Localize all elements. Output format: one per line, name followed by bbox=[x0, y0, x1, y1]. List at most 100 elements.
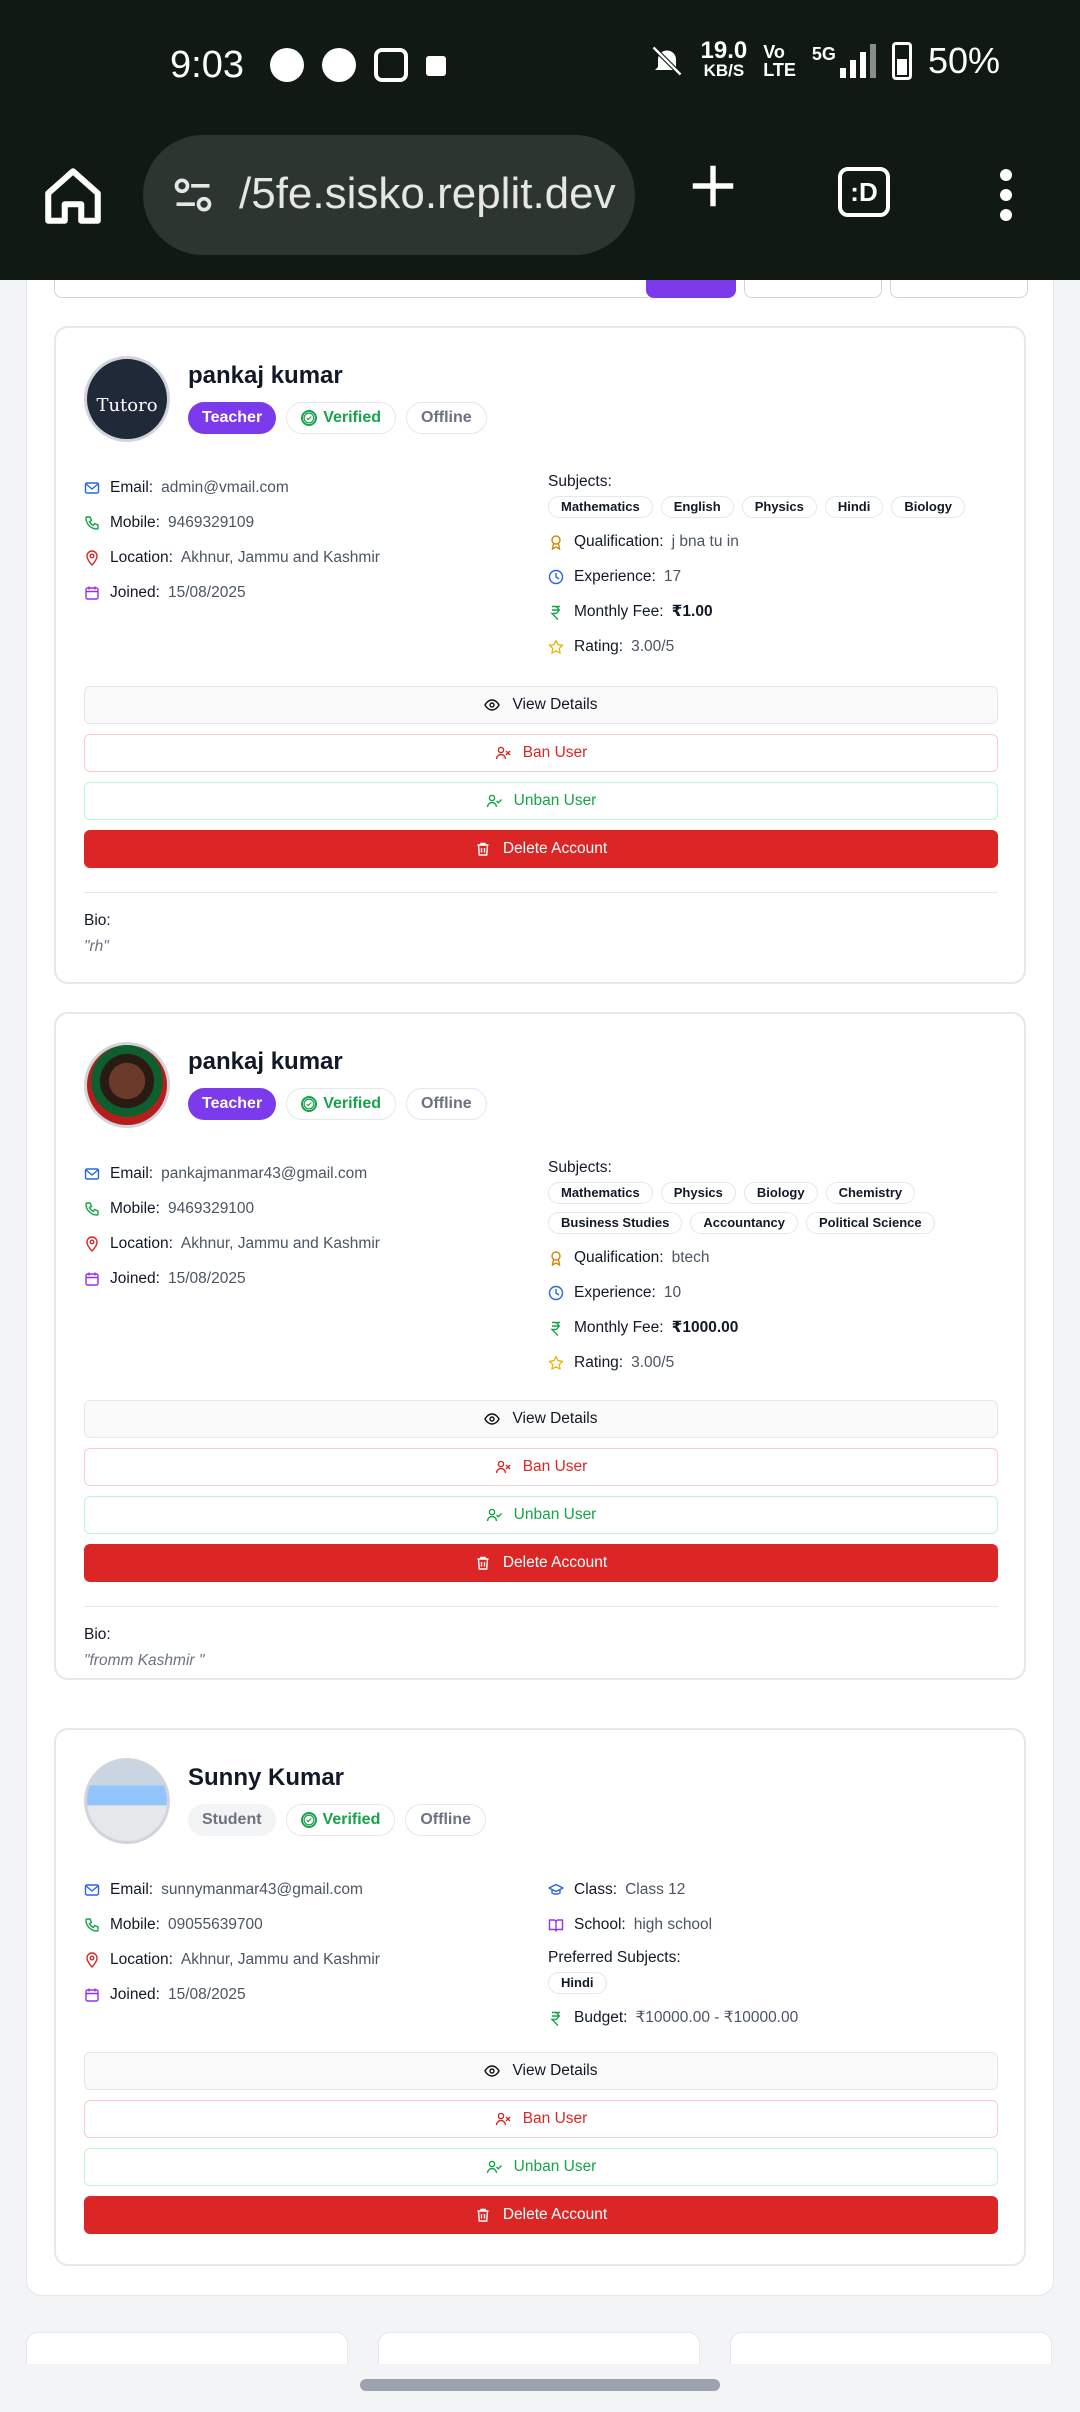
filter-all-button[interactable] bbox=[646, 280, 736, 298]
new-tab-icon[interactable] bbox=[686, 159, 740, 213]
clock-icon bbox=[548, 569, 564, 584]
map-pin-icon bbox=[86, 549, 98, 566]
role-badge: Teacher bbox=[188, 402, 277, 434]
user-check-icon bbox=[486, 2160, 502, 2174]
bio-text: "rh" bbox=[84, 938, 109, 955]
mail-icon bbox=[84, 1167, 100, 1180]
tab-switcher-button[interactable]: :D bbox=[838, 167, 890, 217]
verified-badge: Verified bbox=[286, 402, 396, 434]
experience-row: Experience: 17 bbox=[548, 559, 998, 594]
subject-chip: Mathematics bbox=[548, 496, 653, 518]
class-row: Class: Class 12 bbox=[548, 1872, 998, 1907]
signal-bars-icon bbox=[839, 44, 876, 78]
calendar-icon bbox=[85, 586, 99, 600]
rating-row: Rating: 3.00/5 bbox=[548, 629, 998, 664]
mobile-row: Mobile: 09055639700 bbox=[84, 1907, 524, 1942]
subject-chip: Physics bbox=[660, 1182, 736, 1204]
user-check-icon bbox=[486, 794, 502, 808]
bio-section: Bio: "fromm Kashmir " bbox=[84, 1626, 204, 1670]
contact-info: Email: admin@vmail.com Mobile: 9469329109 … bbox=[84, 470, 524, 610]
school-row: School: high school bbox=[548, 1907, 998, 1942]
check-circle-icon bbox=[301, 1096, 318, 1112]
mail-icon bbox=[84, 1883, 100, 1896]
subjects-label: Subjects: bbox=[548, 473, 612, 490]
qualification-row: Qualification: j bna tu in bbox=[548, 524, 998, 559]
address-bar[interactable]: /5fe.sisko.replit.dev bbox=[143, 135, 635, 255]
teaching-info: Subjects: Mathematics Physics Biology Ch… bbox=[548, 1156, 998, 1380]
subject-chip: Political Science bbox=[806, 1212, 935, 1234]
subjects-list: Mathematics English Physics Hindi Biolog… bbox=[548, 496, 998, 518]
eye-icon bbox=[484, 699, 501, 711]
user-name: Sunny Kumar bbox=[188, 1764, 345, 1791]
ban-user-button[interactable]: Ban User bbox=[84, 734, 998, 772]
bio-text: "fromm Kashmir " bbox=[84, 1652, 205, 1669]
role-badge: Teacher bbox=[188, 1088, 277, 1120]
network-speed: 19.0 KB/S bbox=[700, 37, 748, 81]
view-details-button[interactable]: View Details bbox=[84, 1400, 998, 1438]
preferred-subjects-list: Hindi bbox=[548, 1972, 998, 1994]
presence-badge: Offline bbox=[406, 1088, 487, 1120]
ban-user-button[interactable]: Ban User bbox=[84, 2100, 998, 2138]
battery-percent: 50% bbox=[927, 40, 1000, 81]
view-details-button[interactable]: View Details bbox=[84, 2052, 998, 2090]
delete-account-button[interactable]: Delete Account bbox=[84, 830, 998, 868]
overflow-menu-icon[interactable] bbox=[1000, 169, 1016, 221]
subject-chip: Hindi bbox=[548, 1972, 607, 1994]
subject-chip: Biology bbox=[743, 1182, 818, 1204]
unban-user-button[interactable]: Unban User bbox=[84, 1496, 998, 1534]
email-row: Email: sunnymanmar43@gmail.com bbox=[84, 1872, 524, 1907]
home-icon[interactable] bbox=[40, 163, 106, 229]
unban-user-button[interactable]: Unban User bbox=[84, 782, 998, 820]
calendar-icon bbox=[85, 1272, 99, 1286]
check-circle-icon bbox=[300, 1812, 317, 1828]
filter-teachers-button[interactable] bbox=[890, 280, 1028, 298]
user-check-icon bbox=[486, 1508, 502, 1522]
subjects-list: Mathematics Physics Biology Chemistry Bu… bbox=[548, 1182, 998, 1234]
view-details-button[interactable]: View Details bbox=[84, 686, 998, 724]
subject-chip: Chemistry bbox=[825, 1182, 916, 1204]
status-time: 9:03 bbox=[170, 44, 244, 86]
book-open-icon bbox=[548, 1918, 564, 1932]
user-name: pankaj kumar bbox=[188, 362, 343, 389]
map-pin-icon bbox=[86, 1235, 98, 1252]
phone-icon bbox=[85, 1917, 99, 1932]
ban-user-button[interactable]: Ban User bbox=[84, 1448, 998, 1486]
delete-account-button[interactable]: Delete Account bbox=[84, 1544, 998, 1582]
mobile-row: Mobile: 9469329100 bbox=[84, 1191, 524, 1226]
eye-icon bbox=[484, 2065, 501, 2077]
role-badge: Student bbox=[188, 1804, 276, 1836]
location-row: Location: Akhnur, Jammu and Kashmir bbox=[84, 1226, 524, 1261]
fee-row: Monthly Fee: ₹1.00 bbox=[548, 594, 998, 629]
contact-info: Email: pankajmanmar43@gmail.com Mobile: 94… bbox=[84, 1156, 524, 1296]
experience-row: Experience: 10 bbox=[548, 1275, 998, 1310]
gesture-handle[interactable] bbox=[360, 2379, 720, 2391]
card-actions: View Details Ban User Unban User Delete … bbox=[84, 1400, 998, 1592]
award-icon bbox=[551, 1250, 561, 1266]
filter-students-button[interactable] bbox=[744, 280, 882, 298]
subject-chip: Hindi bbox=[824, 496, 884, 518]
student-info: Class: Class 12 School: high school Prefer… bbox=[548, 1872, 998, 2035]
subject-chip: Biology bbox=[891, 496, 966, 518]
subject-chip: Accountancy bbox=[690, 1212, 799, 1234]
phone-notification-icon bbox=[322, 48, 356, 82]
site-settings-icon[interactable] bbox=[169, 173, 217, 217]
mail-icon bbox=[84, 481, 100, 494]
rupee-icon bbox=[550, 605, 560, 620]
unban-user-button[interactable]: Unban User bbox=[84, 2148, 998, 2186]
card-actions: View Details Ban User Unban User Delete … bbox=[84, 686, 998, 878]
clock-icon bbox=[548, 1285, 564, 1300]
award-icon bbox=[551, 534, 561, 550]
delete-account-button[interactable]: Delete Account bbox=[84, 2196, 998, 2234]
email-row: Email: admin@vmail.com bbox=[84, 470, 524, 505]
avatar bbox=[84, 1758, 170, 1844]
user-x-icon bbox=[495, 2112, 511, 2126]
search-input[interactable] bbox=[54, 280, 656, 298]
joined-row: Joined: 15/08/2025 bbox=[84, 1977, 524, 2012]
trash-icon bbox=[477, 2208, 489, 2222]
system-indicators: 19.0 KB/S Vo LTE 5G 50% bbox=[649, 37, 1000, 82]
email-row: Email: pankajmanmar43@gmail.com bbox=[84, 1156, 524, 1191]
notification-icons bbox=[270, 48, 446, 82]
url-text: /5fe.sisko.replit.dev bbox=[239, 169, 616, 218]
trash-icon bbox=[477, 1556, 489, 1570]
fee-row: Monthly Fee: ₹1000.00 bbox=[548, 1310, 998, 1345]
